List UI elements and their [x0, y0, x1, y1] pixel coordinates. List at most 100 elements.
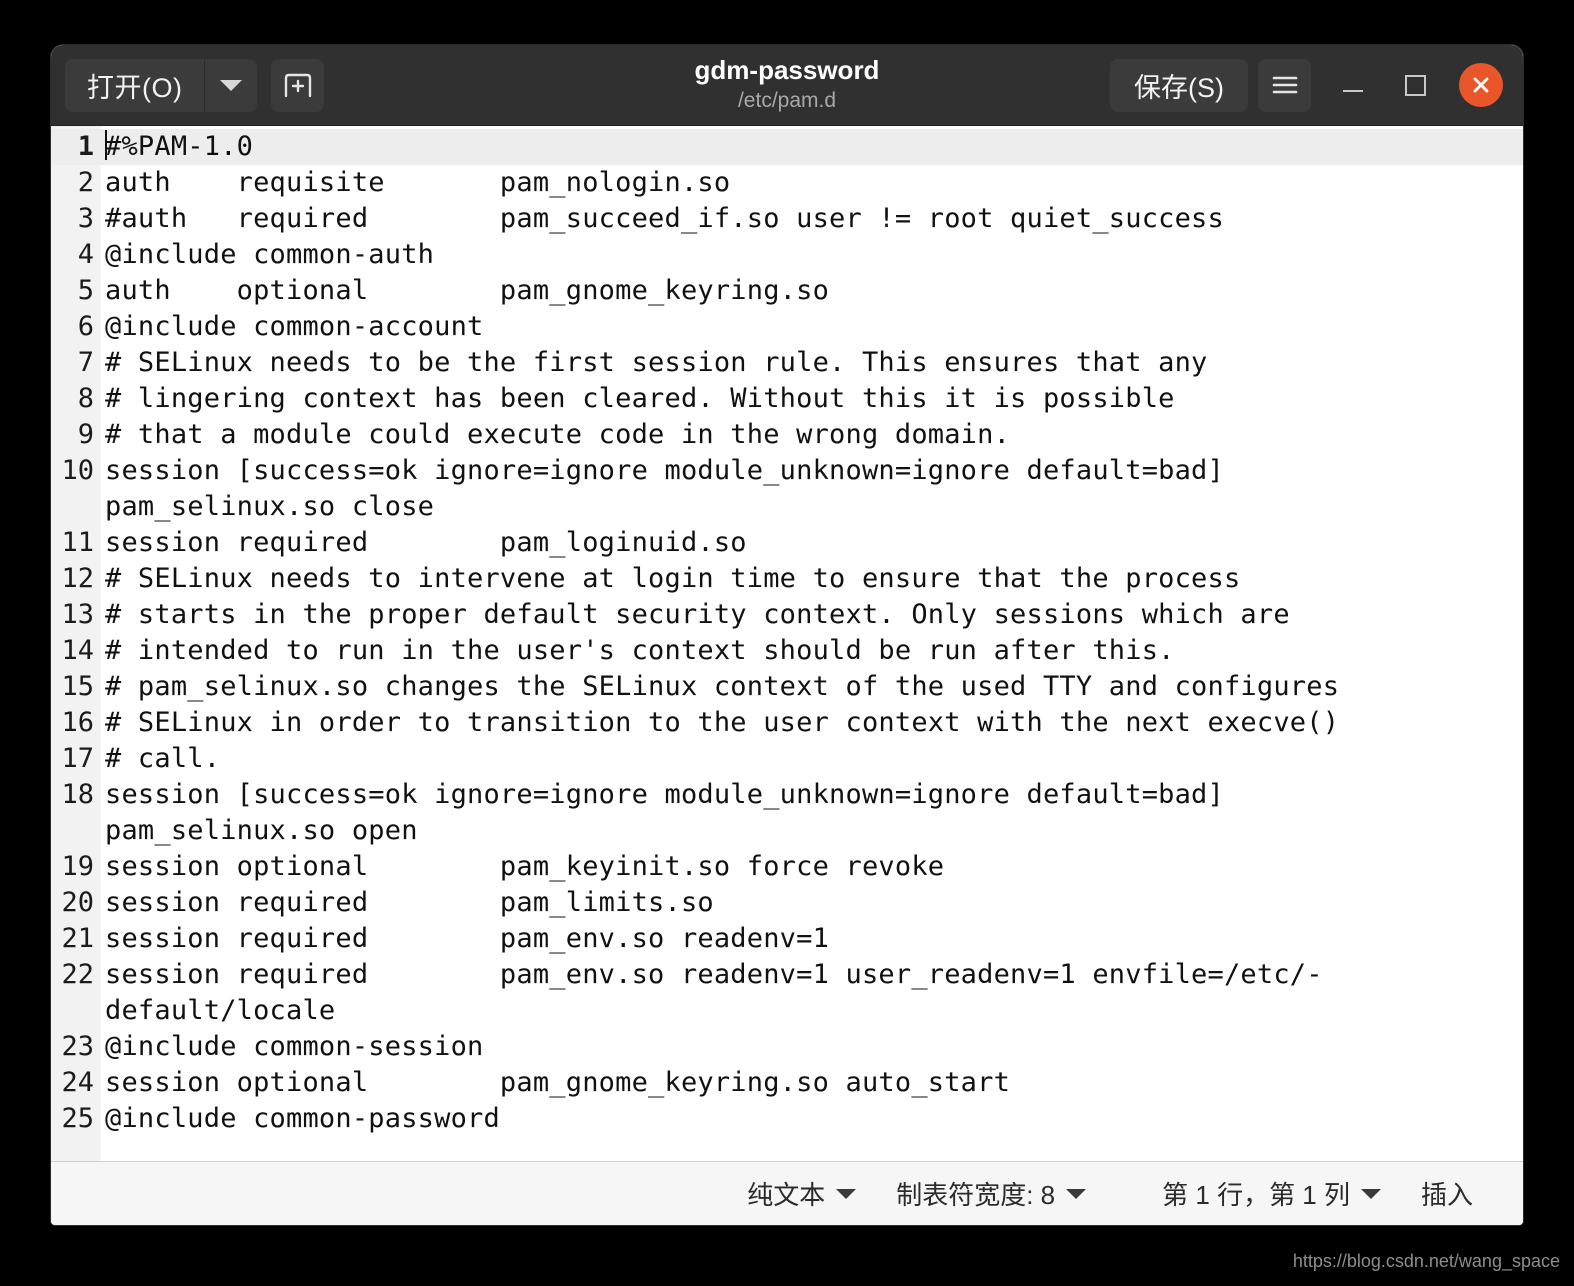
chevron-down-icon [1066, 1188, 1087, 1199]
cursor-position-selector[interactable]: 第 1 行，第 1 列 [1142, 1175, 1401, 1212]
editor-line[interactable]: 24 session optional pam_gnome_keyring.so … [51, 1065, 1523, 1101]
close-icon [1473, 77, 1489, 93]
line-number: 5 [51, 273, 101, 309]
chevron-down-icon [1360, 1188, 1381, 1199]
line-text[interactable]: # that a module could execute code in th… [101, 417, 1523, 453]
tab-width-selector[interactable]: 制表符宽度: 8 [876, 1175, 1106, 1212]
window-header-bar: 打开(O) gdm-password /etc/pam.d 保存(S) [51, 45, 1523, 126]
line-text[interactable]: #%PAM-1.0 [101, 129, 1523, 165]
page-subtitle-path: /etc/pam.d [737, 89, 837, 113]
line-number: 20 [51, 885, 101, 921]
line-text[interactable]: # lingering context has been cleared. Wi… [101, 381, 1523, 417]
line-number: 18 [51, 777, 101, 813]
line-text[interactable]: session required pam_env.so readenv=1 us… [101, 957, 1523, 1029]
line-text[interactable]: session required pam_loginuid.so [101, 525, 1523, 561]
chevron-down-icon [836, 1188, 857, 1199]
line-text[interactable]: # SELinux needs to be the first session … [101, 345, 1523, 381]
line-number: 15 [51, 669, 101, 705]
syntax-selector[interactable]: 纯文本 [727, 1175, 876, 1212]
line-text[interactable]: session [success=ok ignore=ignore module… [101, 777, 1523, 849]
editor-line[interactable]: 8 # lingering context has been cleared. W… [51, 381, 1523, 417]
editor-line[interactable]: 5 auth optional pam_gnome_keyring.so [51, 273, 1523, 309]
chevron-down-icon [220, 79, 243, 91]
line-number: 1 [51, 129, 101, 165]
main-menu-button[interactable] [1258, 58, 1311, 112]
editor-line[interactable]: 18 session [success=ok ignore=ignore modu… [51, 777, 1523, 849]
line-text[interactable]: # SELinux needs to intervene at login ti… [101, 561, 1523, 597]
window-controls [1335, 63, 1503, 107]
line-text[interactable]: # starts in the proper default security … [101, 597, 1523, 633]
editor-line[interactable]: 14 # intended to run in the user's contex… [51, 633, 1523, 669]
open-button[interactable]: 打开(O) [65, 58, 206, 112]
line-number: 13 [51, 597, 101, 633]
editor-line[interactable]: 9 # that a module could execute code in t… [51, 417, 1523, 453]
line-text[interactable]: session optional pam_keyinit.so force re… [101, 849, 1523, 885]
line-text[interactable]: # call. [101, 741, 1523, 777]
editor-line[interactable]: 2 auth requisite pam_nologin.so [51, 165, 1523, 201]
insert-mode-indicator[interactable]: 插入 [1401, 1175, 1493, 1212]
editor-line[interactable]: 15 # pam_selinux.so changes the SELinux c… [51, 669, 1523, 705]
line-text[interactable]: #auth required pam_succeed_if.so user !=… [101, 201, 1523, 237]
editor-line[interactable]: 19 session optional pam_keyinit.so force … [51, 849, 1523, 885]
editor-line[interactable]: 3 #auth required pam_succeed_if.so user !… [51, 201, 1523, 237]
line-text[interactable]: @include common-account [101, 309, 1523, 345]
line-text[interactable]: session [success=ok ignore=ignore module… [101, 453, 1523, 525]
editor-line[interactable]: 10 session [success=ok ignore=ignore modu… [51, 453, 1523, 525]
tab-width-label: 制表符宽度: 8 [896, 1180, 1056, 1210]
insert-mode-label: 插入 [1420, 1180, 1473, 1210]
line-number: 24 [51, 1065, 101, 1101]
line-text[interactable]: session required pam_limits.so [101, 885, 1523, 921]
editor-line[interactable]: 1 #%PAM-1.0 [51, 129, 1523, 165]
line-text[interactable]: session optional pam_gnome_keyring.so au… [101, 1065, 1523, 1101]
editor-line[interactable]: 4 @include common-auth [51, 237, 1523, 273]
line-text[interactable]: @include common-session [101, 1029, 1523, 1065]
line-number: 9 [51, 417, 101, 453]
editor-line[interactable]: 20 session required pam_limits.so [51, 885, 1523, 921]
editor-line[interactable]: 7 # SELinux needs to be the first session… [51, 345, 1523, 381]
line-number: 17 [51, 741, 101, 777]
maximize-button[interactable] [1397, 67, 1433, 103]
editor-line[interactable]: 6 @include common-account [51, 309, 1523, 345]
line-text[interactable]: session required pam_env.so readenv=1 [101, 921, 1523, 957]
line-number: 3 [51, 201, 101, 237]
line-text[interactable]: @include common-auth [101, 237, 1523, 273]
line-text[interactable]: auth optional pam_gnome_keyring.so [101, 273, 1523, 309]
minimize-button[interactable] [1335, 67, 1371, 103]
line-number: 12 [51, 561, 101, 597]
page-title: gdm-password [694, 54, 880, 85]
line-text[interactable]: # SELinux in order to transition to the … [101, 705, 1523, 741]
editor-line[interactable]: 22 session required pam_env.so readenv=1 … [51, 957, 1523, 1029]
line-number: 8 [51, 381, 101, 417]
header-left-controls: 打开(O) [65, 58, 325, 112]
text-editor-window: 打开(O) gdm-password /etc/pam.d 保存(S) 1 #%… [51, 45, 1523, 1225]
line-number: 4 [51, 237, 101, 273]
editor-line[interactable]: 23 @include common-session [51, 1029, 1523, 1065]
cursor-position-label: 第 1 行，第 1 列 [1162, 1180, 1350, 1210]
new-document-button[interactable] [271, 58, 325, 112]
open-dropdown-button[interactable] [205, 59, 257, 112]
editor-line[interactable]: 16 # SELinux in order to transition to th… [51, 705, 1523, 741]
status-bar: 纯文本 制表符宽度: 8 第 1 行，第 1 列 插入 [51, 1161, 1523, 1225]
editor-lines[interactable]: 1 #%PAM-1.0 2 auth requisite pam_nologin.so… [51, 126, 1523, 1161]
line-number: 19 [51, 849, 101, 885]
syntax-label: 纯文本 [747, 1180, 826, 1210]
line-number: 7 [51, 345, 101, 381]
close-button[interactable] [1459, 63, 1503, 107]
line-number: 6 [51, 309, 101, 345]
editor-line[interactable]: 21 session required pam_env.so readenv=1 [51, 921, 1523, 957]
editor-line[interactable]: 13 # starts in the proper default securit… [51, 597, 1523, 633]
editor-line[interactable]: 12 # SELinux needs to intervene at login … [51, 561, 1523, 597]
line-number: 11 [51, 525, 101, 561]
editor-line[interactable]: 25 @include common-password [51, 1101, 1523, 1137]
line-text[interactable]: # intended to run in the user's context … [101, 633, 1523, 669]
editor-line[interactable]: 11 session required pam_loginuid.so [51, 525, 1523, 561]
line-number: 25 [51, 1101, 101, 1137]
text-editor-area[interactable]: 1 #%PAM-1.0 2 auth requisite pam_nologin.so… [51, 126, 1523, 1161]
save-button[interactable]: 保存(S) [1110, 58, 1248, 112]
line-number: 16 [51, 705, 101, 741]
line-text[interactable]: auth requisite pam_nologin.so [101, 165, 1523, 201]
editor-line[interactable]: 17 # call. [51, 741, 1523, 777]
line-text[interactable]: # pam_selinux.so changes the SELinux con… [101, 669, 1523, 705]
line-text[interactable]: @include common-password [101, 1101, 1523, 1137]
open-split-button[interactable]: 打开(O) [65, 58, 258, 112]
